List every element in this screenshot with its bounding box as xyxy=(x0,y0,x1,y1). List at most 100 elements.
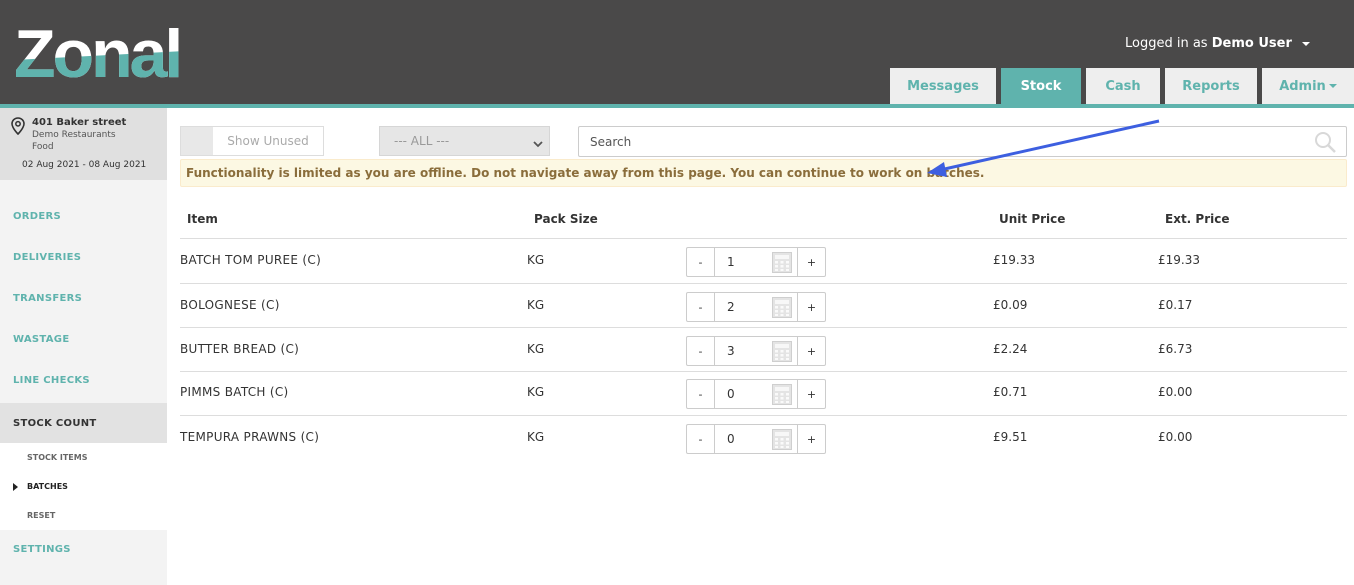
quantity-stepper: - 0 + xyxy=(686,379,826,409)
column-header-unit-price: Unit Price xyxy=(999,212,1066,226)
column-header-item: Item xyxy=(187,212,218,226)
zonal-logo[interactable]: Zonal Zonal xyxy=(14,16,204,92)
table-row: TEMPURA PRAWNS (C) KG - 0 + £9.51 £0.00 xyxy=(180,416,1347,460)
location-street: 401 Baker street xyxy=(32,117,127,128)
calculator-icon[interactable] xyxy=(772,384,792,409)
quantity-stepper: - 0 + xyxy=(686,424,826,454)
tab-reports[interactable]: Reports xyxy=(1165,68,1257,104)
sidebar-item-deliveries[interactable]: DELIVERIES xyxy=(0,237,167,277)
location-type: Food xyxy=(32,142,54,152)
quantity-stepper: - 1 + xyxy=(686,247,826,277)
quantity-field[interactable]: 1 xyxy=(714,248,798,276)
item-name: BOLOGNESE (C) xyxy=(180,298,280,312)
calculator-icon[interactable] xyxy=(772,297,792,322)
table-row: BOLOGNESE (C) KG - 2 + £0.09 £0.17 xyxy=(180,284,1347,328)
column-header-ext-price: Ext. Price xyxy=(1165,212,1230,226)
increment-button[interactable]: + xyxy=(798,337,825,365)
offline-warning: Functionality is limited as you are offl… xyxy=(180,159,1347,187)
table-row: PIMMS BATCH (C) KG - 0 + £0.71 £0.00 xyxy=(180,371,1347,415)
calculator-icon[interactable] xyxy=(772,341,792,366)
quantity-value: 2 xyxy=(727,300,735,314)
decrement-button[interactable]: - xyxy=(687,380,714,408)
table-row: BATCH TOM PUREE (C) KG - 1 + £19.33 £19.… xyxy=(180,239,1347,283)
sidebar-item-stock-count[interactable]: STOCK COUNT xyxy=(0,403,167,443)
main-tabs: Messages Stock Cash Reports Admin xyxy=(885,68,1354,104)
header-accent-stripe xyxy=(0,104,1354,108)
quantity-field[interactable]: 0 xyxy=(714,425,798,453)
increment-button[interactable]: + xyxy=(798,380,825,408)
caret-down-icon xyxy=(1328,84,1337,88)
toggle-knob xyxy=(181,127,213,155)
annotation-arrow-icon xyxy=(927,119,1160,177)
decrement-button[interactable]: - xyxy=(687,425,714,453)
caret-down-icon xyxy=(1302,41,1310,46)
show-unused-label: Show Unused xyxy=(227,134,309,148)
item-name: BATCH TOM PUREE (C) xyxy=(180,253,322,267)
sidebar-item-transfers[interactable]: TRANSFERS xyxy=(0,278,167,318)
calculator-icon[interactable] xyxy=(772,252,792,277)
calculator-icon[interactable] xyxy=(772,429,792,454)
category-select[interactable]: --- ALL --- xyxy=(379,126,550,156)
increment-button[interactable]: + xyxy=(798,293,825,321)
sidebar-subitem-reset[interactable]: RESET xyxy=(0,501,167,530)
logged-in-prefix: Logged in as xyxy=(1125,36,1208,51)
ext-price: £6.73 xyxy=(1158,342,1193,356)
quantity-value: 0 xyxy=(727,432,735,446)
logged-in-menu[interactable]: Logged in as Demo User xyxy=(1125,36,1310,51)
triangle-right-icon xyxy=(13,482,18,491)
sidebar-subitem-stock-items[interactable]: STOCK ITEMS xyxy=(0,443,167,472)
ext-price: £0.00 xyxy=(1158,430,1193,444)
chevron-down-icon xyxy=(533,137,543,151)
quantity-value: 0 xyxy=(727,387,735,401)
quantity-field[interactable]: 3 xyxy=(714,337,798,365)
user-name: Demo User xyxy=(1211,36,1292,51)
unit-price: £2.24 xyxy=(993,342,1028,356)
quantity-value: 1 xyxy=(727,255,735,269)
sidebar-subitem-batches[interactable]: BATCHES xyxy=(0,472,167,501)
decrement-button[interactable]: - xyxy=(687,293,714,321)
quantity-stepper: - 2 + xyxy=(686,292,826,322)
sidebar-item-orders[interactable]: ORDERS xyxy=(0,196,167,236)
quantity-field[interactable]: 2 xyxy=(714,293,798,321)
column-header-pack-size: Pack Size xyxy=(534,212,598,226)
sidebar-item-settings[interactable]: SETTINGS xyxy=(0,529,167,569)
unit-price: £19.33 xyxy=(993,253,1035,267)
unit-price: £0.71 xyxy=(993,385,1028,399)
quantity-stepper: - 3 + xyxy=(686,336,826,366)
sidebar-item-wastage[interactable]: WASTAGE xyxy=(0,319,167,359)
unit-price: £9.51 xyxy=(993,430,1028,444)
item-name: BUTTER BREAD (C) xyxy=(180,342,300,356)
top-header: Zonal Zonal Logged in as Demo User Messa… xyxy=(0,0,1354,104)
increment-button[interactable]: + xyxy=(798,425,825,453)
tab-admin[interactable]: Admin xyxy=(1262,68,1354,104)
show-unused-toggle[interactable]: Show Unused xyxy=(180,126,324,156)
decrement-button[interactable]: - xyxy=(687,248,714,276)
item-name: PIMMS BATCH (C) xyxy=(180,385,289,399)
category-select-value: --- ALL --- xyxy=(394,134,450,148)
map-pin-icon xyxy=(11,117,25,139)
tab-stock[interactable]: Stock xyxy=(1001,68,1081,104)
table-row: BUTTER BREAD (C) KG - 3 + £2.24 £6.73 xyxy=(180,328,1347,372)
quantity-field[interactable]: 0 xyxy=(714,380,798,408)
tab-cash[interactable]: Cash xyxy=(1086,68,1160,104)
pack-size: KG xyxy=(527,253,545,267)
location-restaurant: Demo Restaurants xyxy=(32,130,116,140)
pack-size: KG xyxy=(527,298,545,312)
period-dates: 02 Aug 2021 - 08 Aug 2021 xyxy=(22,160,147,170)
decrement-button[interactable]: - xyxy=(687,337,714,365)
ext-price: £0.00 xyxy=(1158,385,1193,399)
item-name: TEMPURA PRAWNS (C) xyxy=(180,430,320,444)
location-panel: 401 Baker street Demo Restaurants Food 0… xyxy=(0,108,167,180)
quantity-value: 3 xyxy=(727,344,735,358)
unit-price: £0.09 xyxy=(993,298,1028,312)
search-icon[interactable] xyxy=(1313,130,1337,158)
pack-size: KG xyxy=(527,430,545,444)
pack-size: KG xyxy=(527,385,545,399)
pack-size: KG xyxy=(527,342,545,356)
ext-price: £19.33 xyxy=(1158,253,1200,267)
tab-messages[interactable]: Messages xyxy=(890,68,996,104)
ext-price: £0.17 xyxy=(1158,298,1193,312)
sidebar-item-line-checks[interactable]: LINE CHECKS xyxy=(0,360,167,400)
sidebar: 401 Baker street Demo Restaurants Food 0… xyxy=(0,108,167,585)
increment-button[interactable]: + xyxy=(798,248,825,276)
